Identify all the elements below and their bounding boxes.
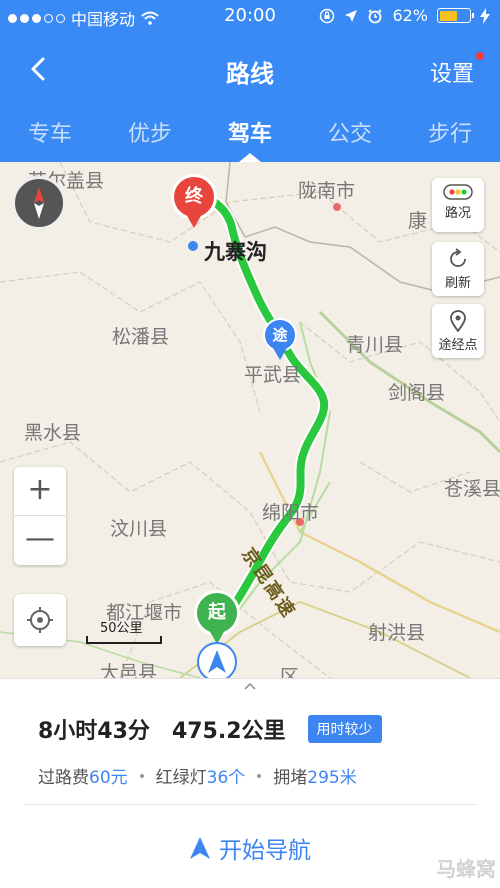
route-distance: 475.2公里 (171, 719, 286, 744)
chevron-up-icon[interactable] (243, 681, 257, 691)
map-label-mianyang: 绵阳市 (262, 502, 320, 524)
end-pin[interactable]: 终 (171, 174, 217, 234)
battery-fill (439, 10, 458, 21)
route-stats: 过路费 60元 红绿灯 36个 拥堵 295米 (38, 763, 357, 788)
route-summary[interactable]: 8小时43分 475.2公里 用时较少 (38, 713, 382, 745)
locate-icon (27, 607, 53, 633)
settings-button[interactable]: 设置 (430, 56, 474, 88)
scale-label: 50公里 (100, 621, 143, 636)
congestion-value: 295米 (307, 768, 357, 788)
tab-transit[interactable]: 公交 (300, 104, 400, 162)
scale-bar (86, 636, 162, 644)
tab-walking[interactable]: 步行 (400, 104, 500, 162)
end-pin-tail (186, 214, 202, 228)
nav-bar: 路线 设置 (0, 44, 500, 96)
congestion-label: 拥堵 (273, 768, 308, 788)
transport-tabs: 专车 优步 驾车 公交 步行 (0, 104, 500, 162)
waypoint-marker: 途 (263, 318, 297, 352)
toll-label: 过路费 (38, 768, 89, 788)
map-label-wenchuan: 汶川县 (110, 518, 168, 540)
waypoint-pin-tail (273, 348, 287, 360)
waypoint-pin[interactable]: 途 (263, 318, 297, 364)
map-label-qu: 区 (280, 666, 300, 678)
map-label-dayi: 大邑县 (100, 662, 158, 678)
start-navigation-button[interactable]: 开始导航 (0, 831, 500, 865)
refresh-button[interactable]: 刷新 (432, 242, 484, 296)
route-badge: 用时较少 (307, 715, 382, 743)
location-arrow-icon (345, 9, 358, 22)
traffic-light-icon (443, 184, 473, 200)
tab-taxi[interactable]: 专车 (0, 104, 100, 162)
route-duration: 8小时43分 (38, 719, 150, 744)
zoom-out-button[interactable]: — (14, 516, 66, 565)
map-label-shehong: 射洪县 (368, 622, 426, 644)
navigation-arrow-icon (190, 837, 210, 859)
map-label-cangxi: 苍溪县 (444, 478, 500, 500)
waypoints-button[interactable]: 途经点 (432, 304, 484, 358)
zoom-in-button[interactable]: + (14, 467, 66, 516)
toll-value: 60元 (89, 768, 128, 788)
separator-dot (139, 773, 144, 778)
battery-percent: 62% (392, 6, 428, 25)
watermark: 马蜂窝 (436, 857, 496, 881)
map-label-qingchuan: 青川县 (346, 334, 404, 356)
start-navigation-label: 开始导航 (219, 838, 311, 864)
location-pin-icon (450, 310, 466, 332)
destination-label: 九寨沟 (204, 240, 267, 264)
map-label-songpan: 松潘县 (112, 326, 170, 348)
lights-label: 红绿灯 (155, 768, 207, 788)
alarm-icon (368, 8, 383, 23)
start-pin[interactable]: 起 (194, 590, 240, 650)
map-label-longnan: 陇南市 (298, 180, 356, 202)
route-map[interactable]: 若尔盖县 陇南市 康 松潘县 青川县 平武县 剑阁县 黑水县 苍溪县 绵阳市 汶… (0, 162, 500, 678)
refresh-label: 刷新 (444, 276, 471, 291)
navigation-arrow-icon (197, 642, 237, 678)
lights-value: 36个 (206, 768, 246, 788)
divider (24, 804, 476, 805)
charging-icon (480, 7, 490, 24)
status-bar: 中国移动 20:00 62% (0, 0, 500, 32)
compass-icon[interactable] (12, 176, 66, 230)
locate-button[interactable] (14, 594, 66, 646)
map-scale: 50公里 (86, 617, 162, 647)
map-label-pingwu: 平武县 (244, 364, 302, 386)
traffic-button[interactable]: 路况 (432, 178, 484, 232)
map-label-heishui: 黑水县 (24, 422, 82, 444)
map-label-kang: 康 (408, 210, 428, 232)
orientation-lock-icon (320, 8, 335, 23)
app-header: 中国移动 20:00 62% 路线 设置 专车 优步 驾车 公交 步行 (0, 0, 500, 162)
separator-dot (257, 773, 262, 778)
battery-icon (437, 8, 474, 23)
tab-uber[interactable]: 优步 (100, 104, 200, 162)
traffic-label: 路况 (444, 206, 471, 221)
zoom-controls: + — (14, 467, 66, 565)
tab-driving[interactable]: 驾车 (200, 104, 300, 162)
waypoints-label: 途经点 (438, 338, 478, 353)
route-panel: 8小时43分 475.2公里 用时较少 过路费 60元 红绿灯 36个 拥堵 2… (0, 678, 500, 888)
refresh-icon (450, 248, 466, 267)
notification-dot (476, 52, 484, 60)
status-right: 62% (319, 6, 490, 25)
page-title: 路线 (226, 60, 274, 88)
map-label-jiange: 剑阁县 (388, 382, 446, 404)
